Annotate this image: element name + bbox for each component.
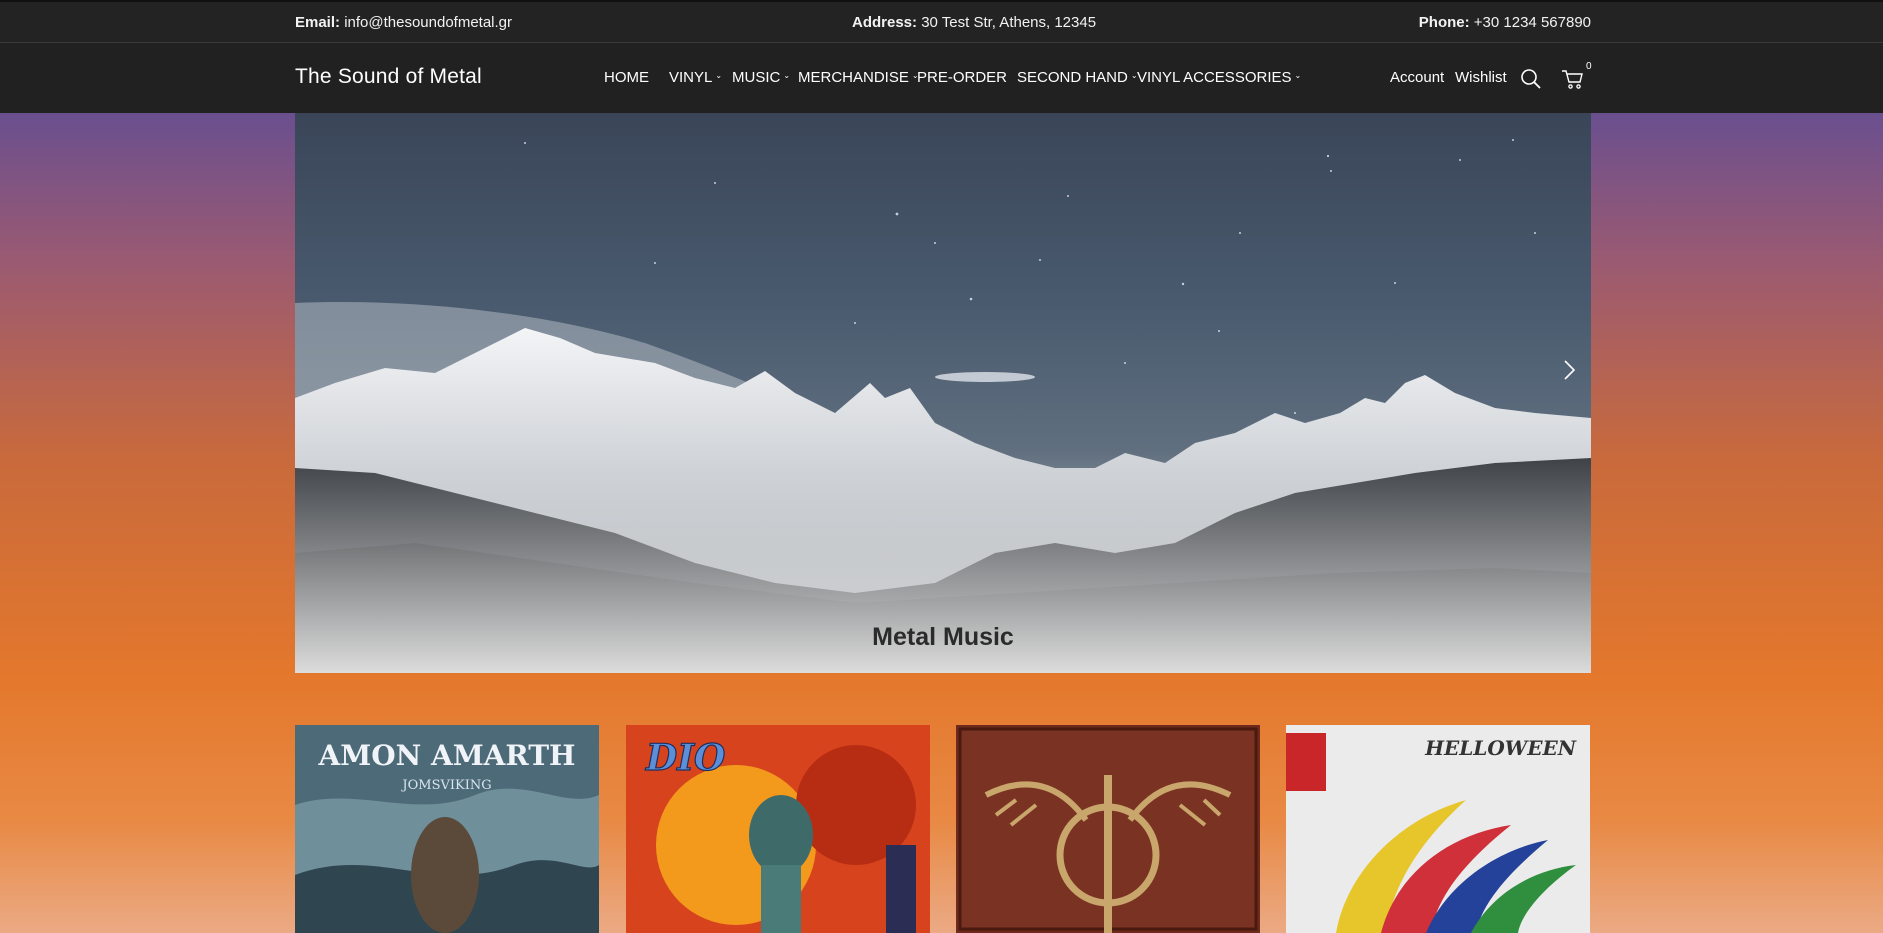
menu-item-music[interactable]: MUSIC ⌄ (732, 69, 790, 86)
menu-item-home[interactable]: HOME (604, 69, 649, 86)
product-card[interactable] (956, 725, 1260, 933)
album-cover (956, 725, 1260, 933)
hero-title: Metal Music (872, 623, 1014, 651)
chevron-down-icon: ⌄ (715, 71, 723, 80)
menu-item-label: PRE-ORDER (917, 69, 1008, 86)
product-card[interactable]: DIO (626, 725, 930, 933)
cover-band-name: AMON AMARTH (318, 739, 576, 772)
menu-item-pre-order[interactable]: PRE-ORDER (917, 69, 1007, 86)
cover-band-name: DIO (645, 737, 726, 779)
cart-count: 0 (1586, 61, 1592, 72)
search-icon[interactable] (1520, 68, 1542, 94)
contact-phone: Phone: +30 1234 567890 (1419, 14, 1591, 31)
menu-item-vinyl[interactable]: VINYL ⌄ (669, 69, 722, 86)
chevron-right-icon[interactable] (1557, 355, 1581, 385)
top-info-bar: Email: info@thesoundofmetal.gr Address: … (0, 0, 1883, 43)
menu-item-label: MERCHANDISE (798, 69, 909, 86)
hero-slider: Metal Music (295, 113, 1591, 673)
phone-value[interactable]: +30 1234 567890 (1474, 14, 1591, 31)
cover-band-name: HELLOWEEN (1424, 736, 1577, 760)
main-navbar: The Sound of Metal HOME VINYL ⌄ MUSIC ⌄ … (0, 43, 1883, 113)
hero-image (295, 139, 1591, 673)
product-card[interactable]: AMON AMARTH JOMSVIKING (295, 725, 599, 933)
chevron-down-icon: ⌄ (1294, 71, 1302, 80)
album-cover: DIO (626, 725, 930, 933)
product-card[interactable]: HELLOWEEN (1286, 725, 1590, 933)
cart-icon (1562, 70, 1583, 89)
album-cover: HELLOWEEN (1286, 725, 1590, 933)
site-logo[interactable]: The Sound of Metal (295, 65, 482, 89)
menu-item-label: VINYL (669, 69, 713, 86)
email-value[interactable]: info@thesoundofmetal.gr (344, 14, 512, 31)
menu-item-label: SECOND HAND (1017, 69, 1128, 86)
account-link[interactable]: Account (1390, 69, 1444, 86)
cart-button[interactable]: 0 (1561, 61, 1592, 95)
menu-item-second-hand[interactable]: SECOND HAND ⌄ (1017, 69, 1138, 86)
menu-item-label: HOME (604, 69, 649, 86)
phone-label: Phone: (1418, 14, 1470, 31)
menu-item-merchandise[interactable]: MERCHANDISE ⌄ (798, 69, 919, 86)
menu-item-label: VINYL ACCESSORIES (1137, 69, 1292, 86)
album-cover: AMON AMARTH JOMSVIKING (295, 725, 599, 933)
email-label: Email: (295, 14, 341, 31)
menu-item-vinyl-accessories[interactable]: VINYL ACCESSORIES ⌄ (1137, 69, 1301, 86)
cover-album-name: JOMSVIKING (400, 778, 491, 793)
contact-address: Address: 30 Test Str, Athens, 12345 (852, 14, 1096, 31)
chevron-down-icon: ⌄ (783, 71, 791, 80)
address-label: Address: (852, 14, 918, 31)
wishlist-link[interactable]: Wishlist (1455, 69, 1507, 86)
address-value: 30 Test Str, Athens, 12345 (921, 14, 1097, 31)
menu-item-label: MUSIC (732, 69, 781, 86)
contact-email: Email: info@thesoundofmetal.gr (295, 14, 512, 31)
